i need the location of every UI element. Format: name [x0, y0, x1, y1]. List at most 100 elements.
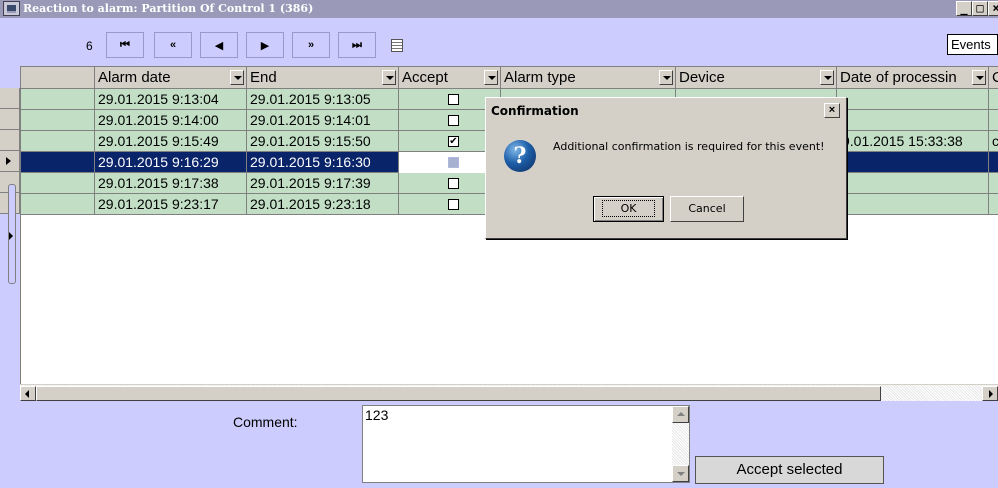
next-record-button[interactable]: ▶ — [246, 32, 284, 58]
date-processing-cell — [837, 194, 989, 215]
column-label: Accept — [402, 69, 448, 86]
date-processing-cell — [837, 173, 989, 194]
alarm-reaction-window: Reaction to alarm: Partition Of Control … — [0, 0, 998, 488]
accept-checkbox-checked[interactable]: ✔ — [448, 136, 459, 147]
comment-scrollbar[interactable] — [672, 406, 689, 482]
column-label: Alarm type — [504, 69, 576, 86]
dropdown-icon[interactable] — [230, 70, 244, 85]
close-button[interactable]: × — [988, 1, 998, 16]
blank-cell — [21, 131, 95, 152]
accept-selected-button[interactable]: Accept selected — [695, 456, 884, 484]
dialog-title-bar[interactable]: Confirmation × — [488, 100, 844, 122]
horizontal-scrollbar[interactable] — [20, 384, 998, 401]
blank-cell — [21, 194, 95, 215]
dialog-close-button[interactable]: × — [824, 103, 840, 118]
column-header-alarm-date[interactable]: Alarm date — [95, 67, 247, 89]
end-cell: 29.01.2015 9:14:01 — [247, 110, 399, 131]
ok-label: OK — [601, 200, 656, 217]
c-cell — [989, 152, 998, 173]
first-record-button[interactable]: ⏮ — [106, 32, 144, 58]
c-cell — [989, 89, 998, 110]
row-indicator[interactable] — [0, 88, 20, 109]
prev-record-button[interactable]: ◀ — [200, 32, 238, 58]
column-label: End — [250, 69, 277, 86]
row-indicator-current[interactable] — [0, 151, 20, 172]
alarm-date-cell: 29.01.2015 9:16:29 — [95, 152, 247, 173]
navigation-toolbar: 6 ⏮ « ◀ ▶ » ⏭ — [0, 30, 998, 60]
blank-cell — [21, 89, 95, 110]
dropdown-icon[interactable] — [972, 70, 986, 85]
accept-checkbox[interactable] — [448, 178, 459, 189]
alarm-date-cell: 29.01.2015 9:17:38 — [95, 173, 247, 194]
row-indicator[interactable] — [0, 109, 20, 130]
date-processing-cell — [837, 89, 989, 110]
accept-checkbox[interactable] — [448, 115, 459, 126]
grid-header: Alarm date End Accept Alarm type Device … — [21, 67, 998, 89]
comment-text: 123 — [365, 407, 389, 423]
window-title: Reaction to alarm: Partition Of Control … — [23, 2, 314, 15]
dialog-title: Confirmation — [491, 104, 579, 118]
scroll-thumb[interactable] — [36, 386, 881, 401]
scroll-left-button[interactable] — [20, 386, 36, 401]
column-label: C — [992, 69, 998, 86]
minimize-button[interactable]: _ — [956, 1, 972, 16]
next-icon: ▶ — [260, 39, 270, 52]
c-cell — [989, 110, 998, 131]
scroll-up-button[interactable] — [672, 406, 689, 423]
column-header-date-of-processing[interactable]: Date of processin — [837, 67, 989, 89]
comment-textarea[interactable]: 123 — [362, 405, 690, 483]
date-processing-cell — [837, 152, 989, 173]
dropdown-icon[interactable] — [382, 70, 396, 85]
expand-arrow-icon[interactable] — [9, 232, 13, 240]
header-blank — [21, 67, 95, 89]
blank-cell — [21, 152, 95, 173]
events-button[interactable]: Events — [947, 34, 998, 55]
prev-page-icon: « — [169, 39, 177, 51]
date-processing-cell — [837, 110, 989, 131]
comment-label: Comment: — [233, 414, 298, 430]
end-cell: 29.01.2015 9:15:50 — [247, 131, 399, 152]
c-cell: c — [989, 131, 998, 152]
column-header-accept[interactable]: Accept — [399, 67, 501, 89]
c-cell — [989, 194, 998, 215]
end-cell: 29.01.2015 9:16:30 — [247, 152, 399, 173]
end-cell: 29.01.2015 9:23:18 — [247, 194, 399, 215]
next-page-button[interactable]: » — [292, 32, 330, 58]
dropdown-icon[interactable] — [484, 70, 498, 85]
last-record-button[interactable]: ⏭ — [338, 32, 376, 58]
c-cell — [989, 173, 998, 194]
window-app-icon[interactable] — [3, 1, 20, 16]
alarm-date-cell: 29.01.2015 9:14:00 — [95, 110, 247, 131]
dialog-message: Additional confirmation is required for … — [553, 140, 825, 153]
column-header-end[interactable]: End — [247, 67, 399, 89]
column-header-c[interactable]: C — [989, 67, 998, 89]
alarm-date-cell: 29.01.2015 9:23:17 — [95, 194, 247, 215]
scroll-right-button[interactable] — [982, 386, 998, 401]
question-icon: ? — [504, 140, 536, 172]
maximize-button[interactable]: □ — [972, 1, 988, 16]
alarm-date-cell: 29.01.2015 9:13:04 — [95, 89, 247, 110]
title-bar[interactable]: Reaction to alarm: Partition Of Control … — [0, 0, 998, 18]
accept-checkbox[interactable] — [448, 199, 459, 210]
accept-checkbox[interactable] — [448, 157, 459, 168]
prev-icon: ◀ — [214, 39, 224, 52]
record-number: 6 — [86, 39, 93, 53]
ok-button[interactable]: OK — [593, 196, 664, 222]
grid-settings-icon[interactable] — [391, 39, 403, 52]
column-label: Device — [679, 69, 725, 86]
end-cell: 29.01.2015 9:13:05 — [247, 89, 399, 110]
row-indicator[interactable] — [0, 130, 20, 151]
dropdown-icon[interactable] — [820, 70, 834, 85]
end-cell: 29.01.2015 9:17:39 — [247, 173, 399, 194]
cancel-button[interactable]: Cancel — [670, 196, 744, 222]
dropdown-icon[interactable] — [659, 70, 673, 85]
date-processing-cell: 9.01.2015 15:33:38 — [837, 131, 989, 152]
column-header-alarm-type[interactable]: Alarm type — [501, 67, 676, 89]
prev-page-button[interactable]: « — [154, 32, 192, 58]
column-label: Date of processin — [840, 69, 957, 86]
accept-checkbox[interactable] — [448, 94, 459, 105]
column-header-device[interactable]: Device — [676, 67, 837, 89]
blank-cell — [21, 173, 95, 194]
next-page-icon: » — [307, 39, 315, 51]
scroll-down-button[interactable] — [672, 465, 689, 482]
